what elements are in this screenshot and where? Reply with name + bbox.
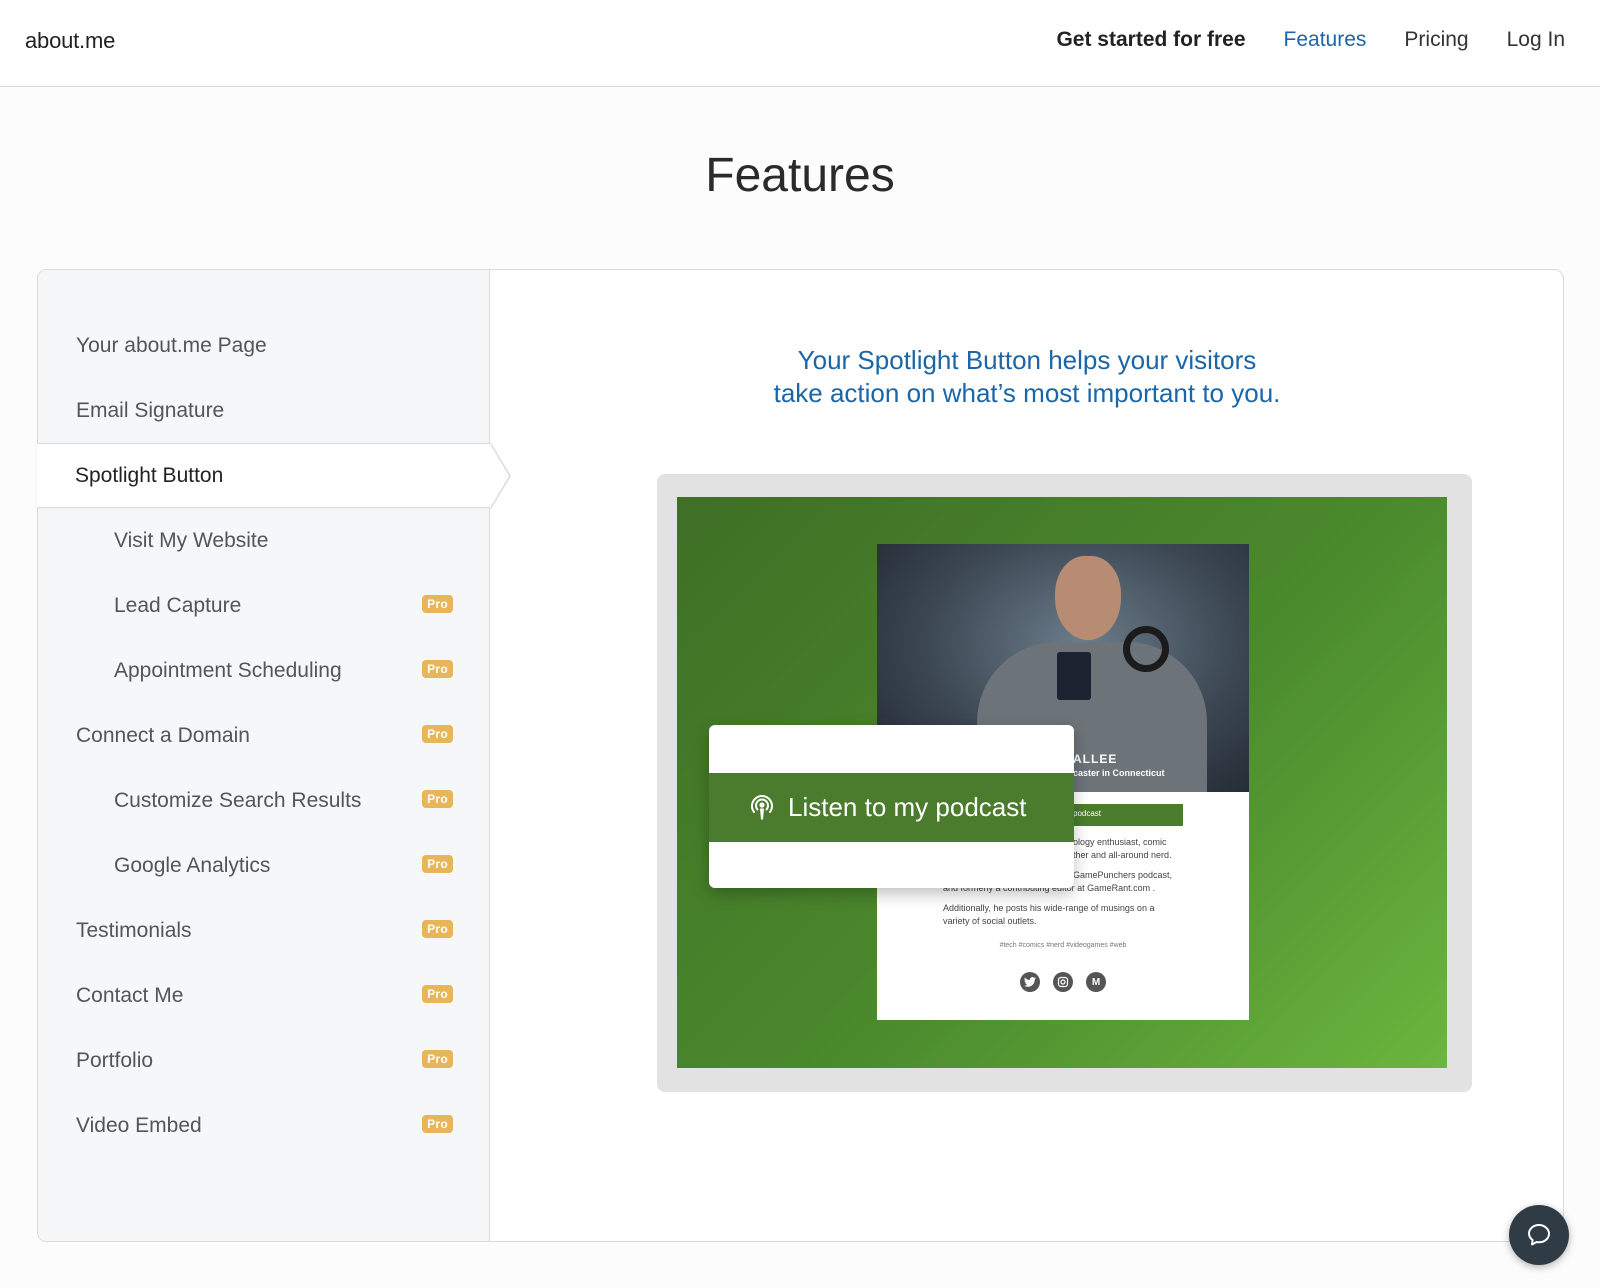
sidebar-item-label: Appointment Scheduling — [114, 658, 342, 682]
sidebar-item-portfolio[interactable]: Portfolio Pro — [38, 1028, 490, 1093]
sidebar-item-label: Portfolio — [76, 1048, 154, 1072]
social-icons: M — [877, 972, 1249, 992]
sidebar-item-label: Lead Capture — [114, 593, 242, 617]
selected-pointer-fill — [490, 444, 509, 508]
about-me-logo[interactable]: about.me — [25, 28, 115, 54]
preview-frame: ALLEE caster in Connecticut podcast olog… — [657, 474, 1472, 1092]
pro-badge: Pro — [422, 1115, 453, 1133]
features-sidebar: Your about.me Page Email Signature Spotl… — [37, 270, 511, 1241]
sidebar-item-label: Connect a Domain — [76, 723, 250, 747]
sidebar-item-label: Email Signature — [76, 398, 225, 422]
main-nav: Get started for free Features Pricing Lo… — [1056, 28, 1565, 52]
twitter-icon — [1020, 972, 1040, 992]
bio-line-6: variety of social outlets. — [943, 916, 1037, 926]
sidebar-item-label: Google Analytics — [114, 853, 271, 877]
sidebar-item-testimonials[interactable]: Testimonials Pro — [38, 898, 490, 963]
sidebar-item-label: Visit My Website — [114, 528, 269, 552]
sidebar-item-label: Spotlight Button — [75, 463, 224, 487]
pro-badge: Pro — [422, 660, 453, 678]
sidebar-item-connect-domain[interactable]: Connect a Domain Pro — [38, 703, 490, 768]
pro-badge: Pro — [422, 595, 453, 613]
profile-spotlight-label: podcast — [1073, 809, 1102, 818]
instagram-icon — [1053, 972, 1073, 992]
sidebar-item-spotlight-button[interactable]: Spotlight Button — [37, 443, 511, 509]
pro-badge: Pro — [422, 790, 453, 808]
pro-badge: Pro — [422, 1050, 453, 1068]
bio-line-3: GamePunchers podcast, — [1073, 870, 1173, 880]
sidebar-item-google-analytics[interactable]: Google Analytics Pro — [38, 833, 490, 898]
pro-badge: Pro — [422, 985, 453, 1003]
page-title: Features — [705, 149, 895, 202]
phone-handset-shape — [1123, 626, 1169, 672]
sidebar-item-lead-capture[interactable]: Lead Capture Pro — [38, 573, 490, 638]
tagline-line-1: Your Spotlight Button helps your visitor… — [797, 345, 1257, 375]
tagline-line-2: take action on what’s most important to … — [773, 378, 1281, 408]
medium-icon: M — [1086, 972, 1106, 992]
sidebar-item-label: Video Embed — [76, 1113, 202, 1137]
sidebar-item-email-signature[interactable]: Email Signature — [38, 378, 490, 443]
bio-line-1: ology enthusiast, comic — [1073, 837, 1167, 847]
features-menu: Your about.me Page Email Signature Spotl… — [37, 313, 511, 1158]
profile-subtitle: caster in Connecticut — [1073, 768, 1165, 778]
nav-pricing-link[interactable]: Pricing — [1404, 28, 1468, 52]
sidebar-item-label: Customize Search Results — [114, 788, 362, 812]
sidebar-item-about-me-page[interactable]: Your about.me Page — [38, 313, 490, 378]
pro-badge: Pro — [422, 855, 453, 873]
sidebar-item-visit-my-website[interactable]: Visit My Website — [38, 508, 490, 573]
bio-line-2: ther and all-around nerd. — [1073, 850, 1172, 860]
feature-tagline: Your Spotlight Button helps your visitor… — [490, 344, 1564, 410]
features-panel: Your about.me Page Email Signature Spotl… — [37, 269, 1564, 1242]
chat-support-button[interactable] — [1509, 1205, 1569, 1265]
spotlight-podcast-button[interactable]: Listen to my podcast — [709, 773, 1074, 842]
profile-tags: #tech #comics #nerd #videogames #web — [999, 942, 1127, 949]
sidebar-item-label: Testimonials — [76, 918, 192, 942]
spotlight-popup-card: Listen to my podcast — [709, 725, 1074, 888]
bio-line-5: Additionally, he posts his wide-range of… — [943, 903, 1155, 913]
nav-features-link[interactable]: Features — [1284, 28, 1367, 52]
preview-screen: ALLEE caster in Connecticut podcast olog… — [677, 497, 1447, 1068]
sidebar-item-label: Your about.me Page — [76, 333, 267, 357]
pro-badge: Pro — [422, 920, 453, 938]
profile-spotlight-button: podcast — [1073, 804, 1183, 826]
pro-badge: Pro — [422, 725, 453, 743]
sidebar-item-contact-me[interactable]: Contact Me Pro — [38, 963, 490, 1028]
podcast-icon — [751, 795, 773, 820]
sidebar-item-video-embed[interactable]: Video Embed Pro — [38, 1093, 490, 1158]
feature-content: Your Spotlight Button helps your visitor… — [490, 270, 1564, 1241]
person-head-shape — [1055, 556, 1121, 640]
spotlight-podcast-label: Listen to my podcast — [788, 792, 1027, 822]
top-navigation-bar: about.me Get started for free Features P… — [0, 0, 1600, 87]
sidebar-item-appointment-scheduling[interactable]: Appointment Scheduling Pro — [38, 638, 490, 703]
profile-name: ALLEE — [1073, 752, 1118, 766]
mug-shape — [1057, 652, 1091, 700]
nav-login-link[interactable]: Log In — [1507, 28, 1565, 52]
nav-get-started-link[interactable]: Get started for free — [1056, 28, 1245, 52]
sidebar-item-customize-search-results[interactable]: Customize Search Results Pro — [38, 768, 490, 833]
chat-bubble-icon — [1528, 1224, 1550, 1246]
sidebar-item-label: Contact Me — [76, 983, 184, 1007]
